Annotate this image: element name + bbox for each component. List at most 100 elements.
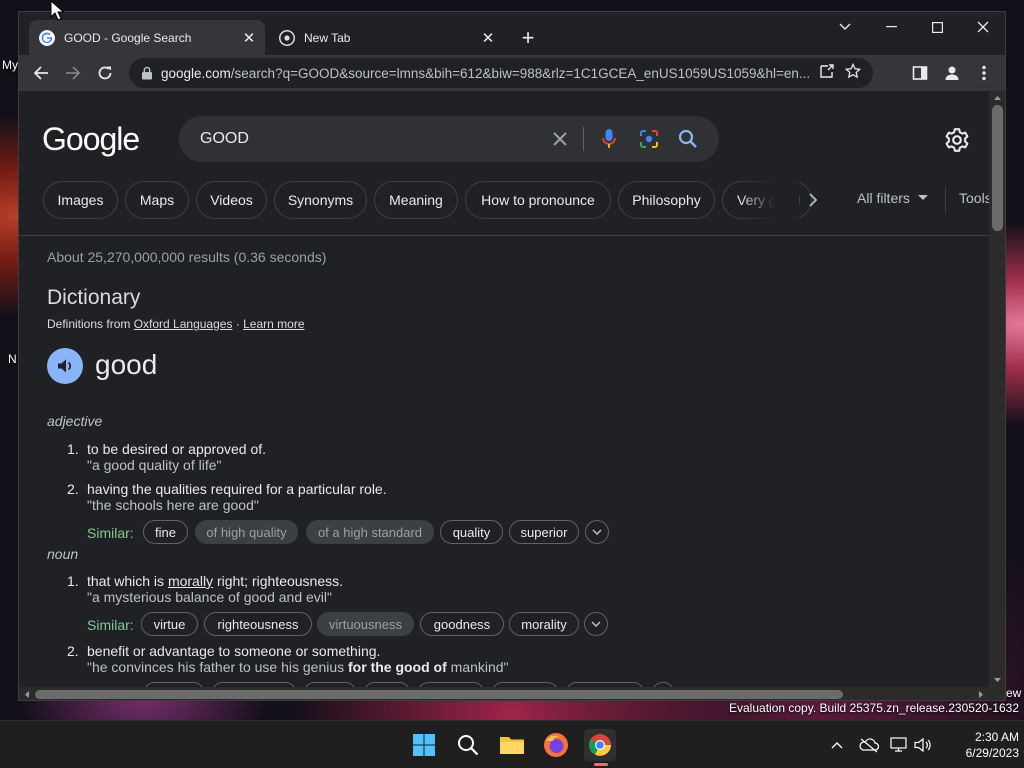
chip-images[interactable]: Images xyxy=(43,181,118,219)
learn-more-link[interactable]: Learn more xyxy=(243,317,304,331)
similar-word-chip: of a high standard xyxy=(306,520,434,544)
similar-word-chip[interactable]: virtue xyxy=(141,612,198,636)
tab-new-tab[interactable]: New Tab ✕ xyxy=(269,20,504,55)
similar-word-chip[interactable]: fine xyxy=(143,520,188,544)
definition-example: "a good quality of life" xyxy=(87,457,222,473)
similar-label: Similar: xyxy=(87,525,134,541)
network-icon[interactable] xyxy=(890,735,910,755)
profile-avatar-icon[interactable] xyxy=(938,59,966,87)
google-favicon-icon xyxy=(39,29,55,46)
bookmark-star-icon[interactable] xyxy=(844,62,862,84)
speaker-icon xyxy=(58,359,71,373)
scroll-down-arrow-icon[interactable] xyxy=(989,675,1006,685)
clock-time: 2:30 AM xyxy=(974,730,1019,744)
maximize-icon[interactable] xyxy=(914,12,960,42)
minimize-icon[interactable] xyxy=(868,12,914,42)
definition-example: "he convinces his father to use his geni… xyxy=(87,659,509,675)
start-windows-icon[interactable] xyxy=(408,729,440,761)
tab-title: GOOD - Google Search xyxy=(64,30,192,45)
similar-label: Similar: xyxy=(87,617,134,633)
tab-strip: GOOD - Google Search ✕ New Tab ✕ + xyxy=(19,12,1005,55)
mouse-cursor-icon xyxy=(50,0,64,21)
part-of-speech-noun: noun xyxy=(47,546,79,562)
tray-overflow-chevron-icon[interactable] xyxy=(827,735,847,755)
chip-synonyms[interactable]: Synonyms xyxy=(274,181,367,219)
scroll-right-arrow-icon[interactable] xyxy=(976,687,986,701)
active-app-indicator xyxy=(594,763,608,766)
firefox-icon[interactable] xyxy=(540,729,572,761)
onedrive-offline-icon[interactable] xyxy=(859,735,879,755)
caret-down-icon xyxy=(917,195,928,200)
expand-similar-chevron-icon[interactable] xyxy=(585,520,609,544)
scroll-up-arrow-icon[interactable] xyxy=(989,93,1006,103)
close-window-icon[interactable] xyxy=(960,12,1005,42)
expand-similar-chevron-icon[interactable] xyxy=(584,612,608,636)
horizontal-scroll-thumb[interactable] xyxy=(35,690,843,699)
system-clock[interactable]: 2:30 AM 6/29/2023 xyxy=(966,729,1019,761)
definition-number: 2. xyxy=(67,643,79,659)
morally-link[interactable]: morally xyxy=(168,573,213,589)
dictionary-word: good xyxy=(95,349,158,380)
desktop-icon-label[interactable]: N xyxy=(8,352,17,366)
similar-word-chip[interactable]: superior xyxy=(509,520,579,544)
desktop-icon-label[interactable]: My xyxy=(2,58,18,72)
file-explorer-folder-icon[interactable] xyxy=(496,729,528,761)
all-filters-button[interactable]: All filters xyxy=(857,190,928,206)
definition-number: 1. xyxy=(67,573,79,589)
oxford-languages-link[interactable]: Oxford Languages xyxy=(134,317,233,331)
chip-videos[interactable]: Videos xyxy=(196,181,267,219)
volume-speaker-icon[interactable] xyxy=(913,735,933,755)
clear-search-icon[interactable] xyxy=(548,127,572,151)
tab-google-search[interactable]: GOOD - Google Search ✕ xyxy=(29,20,265,55)
url-text[interactable]: google.com/search?q=GOOD&source=lmns&bih… xyxy=(161,66,811,81)
tab-search-chevron-icon[interactable] xyxy=(822,12,868,42)
close-tab-icon[interactable]: ✕ xyxy=(237,26,261,50)
lock-icon[interactable] xyxy=(141,66,153,80)
search-box[interactable]: GOOD xyxy=(179,116,719,162)
tools-divider xyxy=(945,187,946,213)
chip-fade xyxy=(739,181,799,219)
vertical-scroll-thumb[interactable] xyxy=(992,105,1003,231)
new-tab-plus-icon[interactable]: + xyxy=(515,25,541,51)
reload-icon[interactable] xyxy=(91,59,119,87)
similar-word-chip[interactable]: morality xyxy=(509,612,579,636)
desktop-icon-label[interactable]: ew xyxy=(1006,686,1021,700)
kebab-menu-icon[interactable] xyxy=(970,59,998,87)
taskbar-search-icon[interactable] xyxy=(452,729,484,761)
tools-button[interactable]: Tools xyxy=(959,190,989,206)
search-input[interactable]: GOOD xyxy=(200,130,249,148)
definition-text: benefit or advantage to someone or somet… xyxy=(87,643,381,659)
back-arrow-icon[interactable] xyxy=(27,59,55,87)
chip-meaning[interactable]: Meaning xyxy=(374,181,458,219)
forward-arrow-icon[interactable] xyxy=(59,59,87,87)
chevron-right-icon[interactable] xyxy=(804,191,822,209)
similar-word-chip: of high quality xyxy=(195,520,298,544)
evaluation-watermark: Evaluation copy. Build 25375.zn_release.… xyxy=(729,701,1019,715)
similar-word-chip: virtuousness xyxy=(317,612,414,636)
scroll-corner xyxy=(989,687,1005,700)
side-panel-icon[interactable] xyxy=(906,59,934,87)
horizontal-scrollbar[interactable] xyxy=(19,687,989,701)
chrome-icon[interactable] xyxy=(584,729,616,761)
similar-word-chip[interactable]: goodness xyxy=(420,612,504,636)
settings-gear-icon[interactable] xyxy=(944,127,970,153)
address-bar[interactable]: google.com/search?q=GOOD&source=lmns&bih… xyxy=(129,58,873,88)
chip-philosophy[interactable]: Philosophy xyxy=(618,181,715,219)
search-icon[interactable] xyxy=(676,127,700,151)
definition-text: that which is morally right; righteousne… xyxy=(87,573,344,589)
google-logo[interactable]: Google xyxy=(42,121,140,158)
dictionary-heading: Dictionary xyxy=(47,286,141,309)
share-icon[interactable] xyxy=(819,63,835,84)
close-tab-icon[interactable]: ✕ xyxy=(476,26,500,50)
similar-word-chip[interactable]: righteousness xyxy=(204,612,312,636)
taskbar: 2:30 AM 6/29/2023 xyxy=(0,720,1024,768)
pronounce-speaker-button[interactable] xyxy=(47,348,83,384)
chip-maps[interactable]: Maps xyxy=(125,181,189,219)
similar-word-chip[interactable]: quality xyxy=(440,520,503,544)
voice-search-icon[interactable] xyxy=(597,127,621,151)
scroll-left-arrow-icon[interactable] xyxy=(22,687,32,701)
chip-how-to-pronounce[interactable]: How to pronounce xyxy=(465,181,611,219)
vertical-scrollbar[interactable] xyxy=(989,91,1006,687)
lens-search-icon[interactable] xyxy=(637,127,661,151)
header-divider xyxy=(19,235,989,236)
